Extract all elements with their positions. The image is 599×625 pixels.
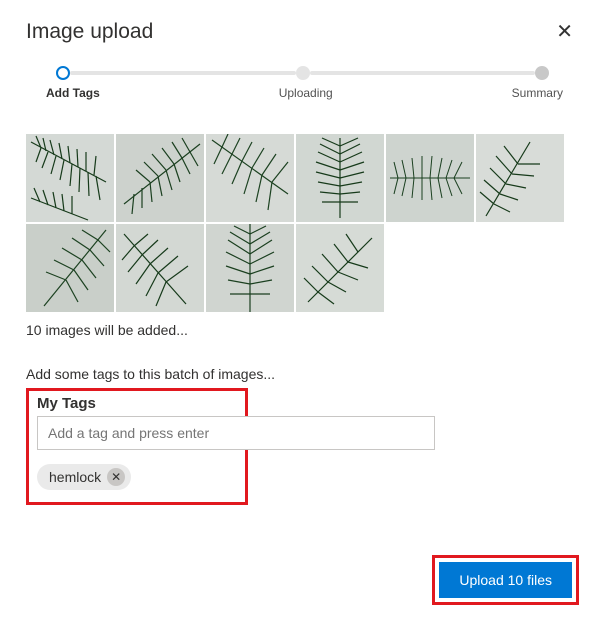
image-thumbnail[interactable] [296,224,384,312]
image-thumbnail[interactable] [116,134,204,222]
tags-instruction: Add some tags to this batch of images... [26,366,579,382]
progress-label: Summary [512,86,563,100]
image-thumbnail[interactable] [26,224,114,312]
progress-labels: Add Tags Uploading Summary [26,86,579,100]
tag-chip-label: hemlock [49,469,101,485]
thumbnail-grid [26,134,579,312]
progress-step-add-tags [56,66,70,80]
image-thumbnail[interactable] [386,134,474,222]
image-thumbnail[interactable] [296,134,384,222]
my-tags-section: My Tags hemlock ✕ [26,388,248,505]
upload-status-text: 10 images will be added... [26,322,579,338]
image-thumbnail[interactable] [26,134,114,222]
progress-label: Uploading [279,86,333,100]
my-tags-title: My Tags [37,395,237,412]
progress-step-summary [535,66,549,80]
tag-input[interactable] [37,416,435,450]
progress-step-uploading [296,66,310,80]
upload-button-highlight: Upload 10 files [432,555,579,605]
close-icon[interactable]: ✕ [550,20,579,44]
image-thumbnail[interactable] [476,134,564,222]
remove-tag-icon[interactable]: ✕ [107,468,125,486]
progress-label: Add Tags [46,86,100,100]
image-thumbnail[interactable] [116,224,204,312]
upload-button[interactable]: Upload 10 files [439,562,572,598]
image-thumbnail[interactable] [206,224,294,312]
tag-chip[interactable]: hemlock ✕ [37,464,131,490]
image-thumbnail[interactable] [206,134,294,222]
dialog-title: Image upload [26,20,153,44]
progress-indicator [26,66,579,86]
